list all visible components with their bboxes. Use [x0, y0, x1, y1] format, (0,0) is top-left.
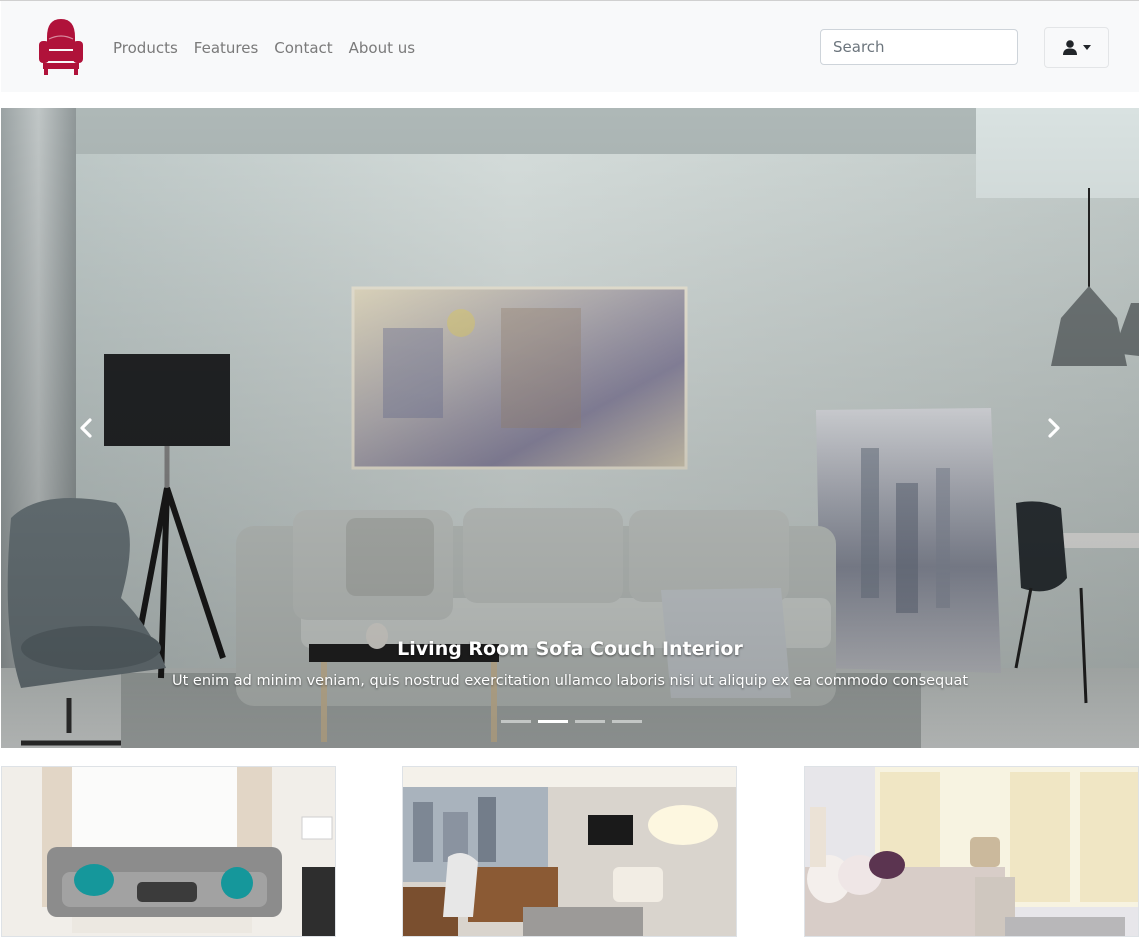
- navbar: Products Features Contact About us: [1, 1, 1139, 92]
- user-menu-button[interactable]: [1044, 27, 1109, 68]
- hero-carousel: Living Room Sofa Couch Interior Ut enim …: [1, 108, 1139, 748]
- gallery-thumbnail-office[interactable]: [402, 766, 737, 937]
- gallery-thumbnail-bedroom[interactable]: [804, 766, 1139, 937]
- bedroom-photo: [805, 767, 1138, 936]
- armchair-logo-icon[interactable]: [37, 15, 85, 79]
- carousel-indicator-4[interactable]: [612, 720, 642, 723]
- chevron-right-icon: [1048, 418, 1060, 438]
- carousel-caption-text: Ut enim ad minim veniam, quis nostrud ex…: [171, 673, 969, 689]
- chevron-left-icon: [80, 418, 92, 438]
- nav-link-products[interactable]: Products: [113, 39, 178, 57]
- carousel-caption-title: Living Room Sofa Couch Interior: [397, 638, 743, 660]
- user-icon: [1062, 40, 1077, 55]
- nav-link-contact[interactable]: Contact: [274, 39, 332, 57]
- carousel-prev-button[interactable]: [66, 408, 106, 448]
- carousel-indicator-2[interactable]: [538, 720, 568, 723]
- carousel-indicators: [501, 720, 642, 723]
- carousel-indicator-1[interactable]: [501, 720, 531, 723]
- nav-links: Products Features Contact About us: [113, 39, 431, 57]
- carousel-indicator-3[interactable]: [575, 720, 605, 723]
- nav-link-about-us[interactable]: About us: [349, 39, 415, 57]
- search-input[interactable]: [820, 29, 1018, 65]
- caret-down-icon: [1082, 45, 1091, 50]
- gallery-thumbnail-living-room[interactable]: [1, 766, 336, 937]
- nav-link-features[interactable]: Features: [194, 39, 259, 57]
- living-room-photo: [2, 767, 335, 936]
- office-photo: [403, 767, 736, 936]
- carousel-next-button[interactable]: [1034, 408, 1074, 448]
